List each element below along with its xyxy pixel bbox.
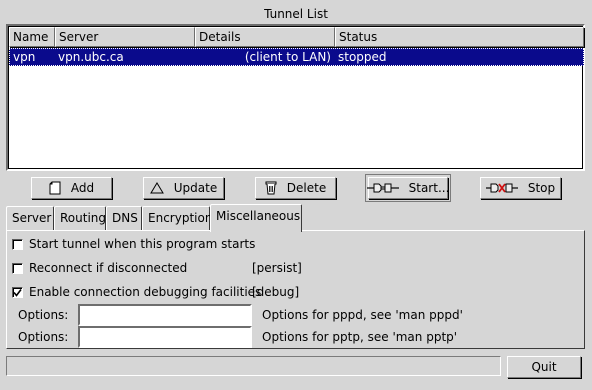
column-header-server[interactable]: Server (55, 27, 195, 47)
quit-label: Quit (531, 360, 557, 374)
status-bar (6, 356, 501, 376)
quit-button[interactable]: Quit (507, 356, 581, 378)
add-label: Add (70, 181, 95, 195)
tab-encryption[interactable]: Encryption (142, 206, 212, 230)
tab-dns[interactable]: DNS (106, 206, 142, 230)
stop-button[interactable]: Stop (480, 177, 561, 199)
start-button[interactable]: Start... (365, 174, 451, 202)
cell-server: vpn.ubc.ca (58, 50, 124, 64)
persist-hint: [persist] (252, 261, 302, 275)
pptp-options-hint: Options for pptp, see 'man pptp' (262, 330, 458, 344)
table-row[interactable]: vpn vpn.ubc.ca (client to LAN) stopped (9, 48, 584, 66)
reconnect-label: Reconnect if disconnected (29, 261, 188, 275)
pptp-options-label: Options: (18, 330, 69, 344)
cell-details: (client to LAN) (244, 50, 331, 64)
tunnel-list-header: Name Server Details Status (9, 27, 584, 47)
plug-connect-icon (366, 182, 399, 194)
update-button[interactable]: Update (143, 177, 224, 199)
pppd-options-input[interactable] (78, 304, 252, 326)
start-tunnel-checkbox-row[interactable]: Start tunnel when this program starts (12, 236, 255, 252)
stop-label: Stop (527, 181, 556, 195)
debugging-checkbox[interactable] (12, 286, 23, 298)
tab-miscellaneous[interactable]: Miscellaneous (210, 204, 302, 232)
delete-label: Delete (286, 181, 327, 195)
reconnect-checkbox[interactable] (12, 262, 23, 274)
tunnel-list[interactable]: Name Server Details Status vpn vpn.ubc.c… (6, 24, 585, 171)
reconnect-checkbox-row[interactable]: Reconnect if disconnected (12, 260, 187, 276)
plug-disconnect-icon (485, 182, 518, 194)
delete-button[interactable]: Delete (255, 177, 336, 199)
debugging-checkbox-row[interactable]: Enable connection debugging facilities (12, 284, 261, 300)
start-tunnel-label: Start tunnel when this program starts (29, 237, 256, 251)
pppd-options-label: Options: (18, 308, 69, 322)
triangle-icon (149, 182, 164, 194)
checkmark-icon (13, 288, 22, 297)
cell-name: vpn (13, 50, 36, 64)
column-header-status[interactable]: Status (335, 27, 584, 47)
pptp-options-input[interactable] (78, 326, 252, 348)
new-document-icon (49, 181, 61, 195)
update-label: Update (173, 181, 218, 195)
start-label: Start... (408, 181, 450, 195)
debug-hint: [debug] (252, 285, 300, 299)
column-header-details[interactable]: Details (195, 27, 335, 47)
column-header-name[interactable]: Name (9, 27, 55, 47)
cell-status: stopped (338, 50, 387, 64)
tab-routing[interactable]: Routing (54, 206, 106, 230)
start-tunnel-checkbox[interactable] (12, 238, 23, 250)
add-button[interactable]: Add (31, 177, 112, 199)
trash-icon (265, 181, 277, 195)
tunnel-list-title: Tunnel List (264, 7, 328, 21)
pppd-options-hint: Options for pppd, see 'man pppd' (262, 308, 463, 322)
tab-server[interactable]: Server (6, 206, 54, 230)
debugging-label: Enable connection debugging facilities (29, 285, 262, 299)
